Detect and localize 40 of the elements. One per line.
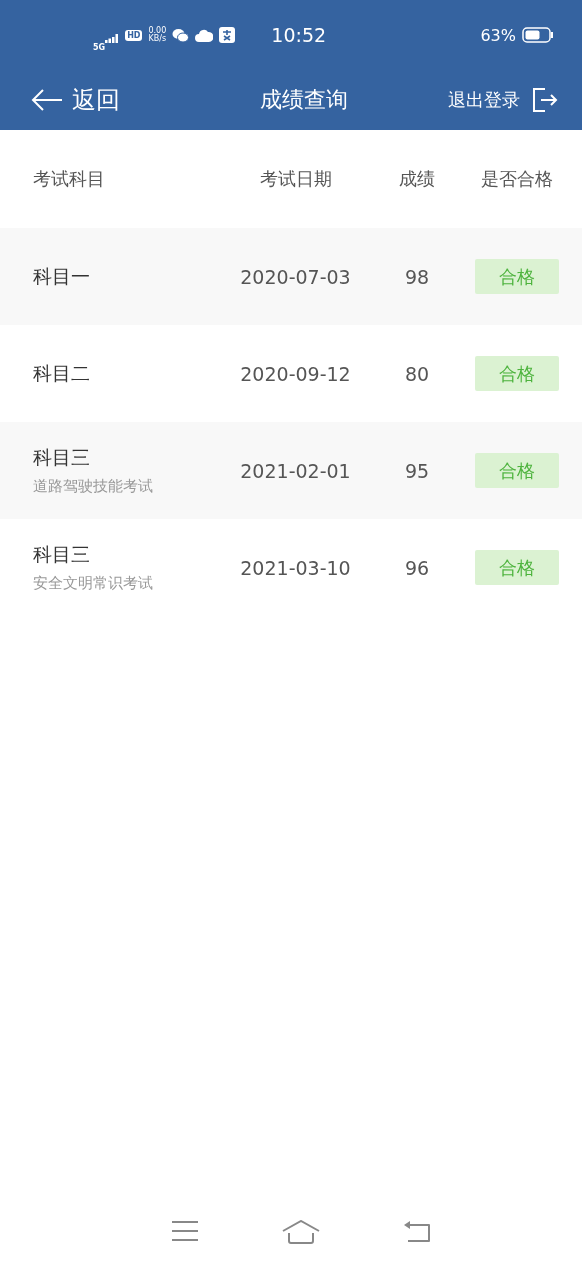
column-header: 考试日期	[258, 167, 333, 191]
home-icon[interactable]	[282, 1220, 320, 1244]
signal-icon	[105, 33, 120, 43]
cloud-icon	[195, 28, 214, 42]
score: 95	[403, 459, 431, 482]
battery-icon	[522, 27, 554, 43]
subject-name: 科目一	[33, 263, 90, 289]
logout-icon	[532, 87, 558, 113]
column-header: 考试科目	[32, 167, 106, 191]
result-tag: 合格	[475, 259, 559, 294]
network-speed: 0.00 KB/s	[148, 27, 167, 43]
back-icon[interactable]	[402, 1220, 431, 1244]
subject-subtitle: 道路驾驶技能考试	[33, 477, 153, 496]
column-header: 是否合格	[480, 167, 554, 191]
result-tag: 合格	[475, 550, 559, 585]
exam-date: 2020-09-12	[239, 362, 352, 385]
clock: 10:52	[271, 24, 327, 46]
column-header: 成绩	[398, 167, 436, 191]
result-tag: 合格	[475, 453, 559, 488]
app-icon	[219, 27, 236, 43]
score: 80	[403, 362, 431, 385]
result-tag: 合格	[475, 356, 559, 391]
menu-icon[interactable]	[171, 1220, 200, 1242]
hd-badge: HD	[125, 29, 143, 41]
battery-percent: 63%	[480, 25, 516, 45]
network-label: 5G	[93, 42, 106, 52]
exam-date: 2021-02-01	[239, 459, 352, 482]
score: 98	[403, 265, 431, 288]
page-title: 成绩查询	[260, 86, 348, 114]
subject-subtitle: 安全文明常识考试	[33, 574, 153, 593]
exam-date: 2021-03-10	[239, 556, 352, 579]
score: 96	[403, 556, 431, 579]
exam-date: 2020-07-03	[239, 265, 352, 288]
back-button[interactable]: 返回	[30, 84, 120, 116]
arrow-left-icon	[30, 88, 64, 112]
subject-name: 科目二	[33, 360, 90, 386]
subject-name: 科目三	[33, 445, 90, 470]
logout-button[interactable]: 退出登录	[448, 87, 558, 113]
chat-icon	[172, 27, 190, 43]
subject-name: 科目三	[33, 542, 90, 567]
